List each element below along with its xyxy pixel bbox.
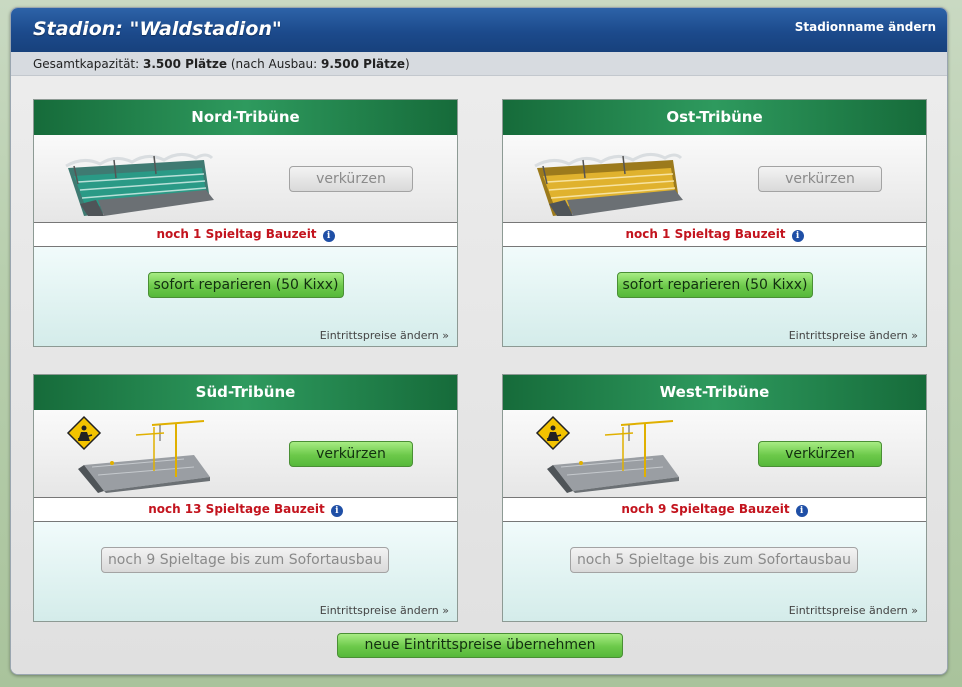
repair-now-button[interactable]: sofort reparieren (50 Kixx)	[617, 272, 813, 298]
capacity-current: 3.500 Plätze	[143, 57, 228, 71]
apply-prices-button[interactable]: neue Eintrittspreise übernehmen	[337, 633, 623, 658]
construction-site-image	[535, 415, 679, 493]
stand-card-nord: Nord-Tribüne verkürzen noch 1 Spieltag B…	[33, 99, 458, 347]
build-time-status: noch 13 Spieltage Bauzeit i	[34, 498, 457, 522]
stand-card-ost: Ost-Tribüne verkürzen noch 1 Spieltag Ba…	[502, 99, 927, 347]
stand-title: Ost-Tribüne	[503, 100, 926, 135]
stand-built-image	[65, 153, 214, 216]
stand-image-area: verkürzen	[34, 135, 457, 223]
shorten-button[interactable]: verkürzen	[289, 166, 413, 192]
instant-build-button[interactable]: noch 5 Spieltage bis zum Sofortausbau	[570, 547, 858, 573]
stand-action-area: noch 5 Spieltage bis zum Sofortausbau Ei…	[503, 522, 926, 621]
change-prices-link[interactable]: Eintrittspreise ändern »	[789, 604, 918, 617]
shorten-button[interactable]: verkürzen	[758, 441, 882, 467]
stand-image-area: verkürzen	[503, 410, 926, 498]
change-prices-link[interactable]: Eintrittspreise ändern »	[320, 604, 449, 617]
stand-built-image	[534, 153, 683, 216]
stand-card-west: West-Tribüne verkürzen noch 9 Spieltage …	[502, 374, 927, 622]
capacity-label: Gesamtkapazität:	[33, 57, 140, 71]
build-time-text: noch 1 Spieltag Bauzeit	[156, 227, 317, 241]
stand-action-area: noch 9 Spieltage bis zum Sofortausbau Ei…	[34, 522, 457, 621]
instant-build-button[interactable]: noch 9 Spieltage bis zum Sofortausbau	[101, 547, 389, 573]
stand-title: Nord-Tribüne	[34, 100, 457, 135]
page-title: Stadion: "Waldstadion"	[33, 18, 282, 40]
change-prices-link[interactable]: Eintrittspreise ändern »	[789, 329, 918, 342]
build-time-text: noch 9 Spieltage Bauzeit	[621, 502, 790, 516]
build-time-status: noch 1 Spieltag Bauzeit i	[503, 223, 926, 247]
capacity-after-value: 9.500 Plätze	[321, 57, 406, 71]
capacity-bar: Gesamtkapazität: 3.500 Plätze (nach Ausb…	[11, 52, 947, 76]
stand-card-sued: Süd-Tribüne verkürzen noch 13 Spieltage …	[33, 374, 458, 622]
shorten-button[interactable]: verkürzen	[758, 166, 882, 192]
capacity-after-label: (nach Ausbau:	[230, 57, 318, 71]
header-bar: Stadion: "Waldstadion" Stadionname änder…	[11, 8, 947, 52]
stadium-panel: Stadion: "Waldstadion" Stadionname änder…	[10, 7, 948, 675]
info-icon[interactable]: i	[322, 230, 335, 242]
build-time-text: noch 13 Spieltage Bauzeit	[148, 502, 325, 516]
rename-stadium-link[interactable]: Stadionname ändern	[795, 20, 936, 34]
capacity-after-close: )	[405, 57, 410, 71]
info-icon[interactable]: i	[330, 505, 343, 517]
shorten-button[interactable]: verkürzen	[289, 441, 413, 467]
change-prices-link[interactable]: Eintrittspreise ändern »	[320, 329, 449, 342]
stand-action-area: sofort reparieren (50 Kixx) Eintrittspre…	[503, 247, 926, 346]
stands-content: Nord-Tribüne verkürzen noch 1 Spieltag B…	[11, 76, 947, 674]
build-time-text: noch 1 Spieltag Bauzeit	[625, 227, 786, 241]
stand-title: Süd-Tribüne	[34, 375, 457, 410]
stand-action-area: sofort reparieren (50 Kixx) Eintrittspre…	[34, 247, 457, 346]
construction-site-image	[66, 415, 210, 493]
info-icon[interactable]: i	[795, 505, 808, 517]
repair-now-button[interactable]: sofort reparieren (50 Kixx)	[148, 272, 344, 298]
stand-image-area: verkürzen	[503, 135, 926, 223]
stand-title: West-Tribüne	[503, 375, 926, 410]
build-time-status: noch 9 Spieltage Bauzeit i	[503, 498, 926, 522]
info-icon[interactable]: i	[791, 230, 804, 242]
stand-image-area: verkürzen	[34, 410, 457, 498]
build-time-status: noch 1 Spieltag Bauzeit i	[34, 223, 457, 247]
